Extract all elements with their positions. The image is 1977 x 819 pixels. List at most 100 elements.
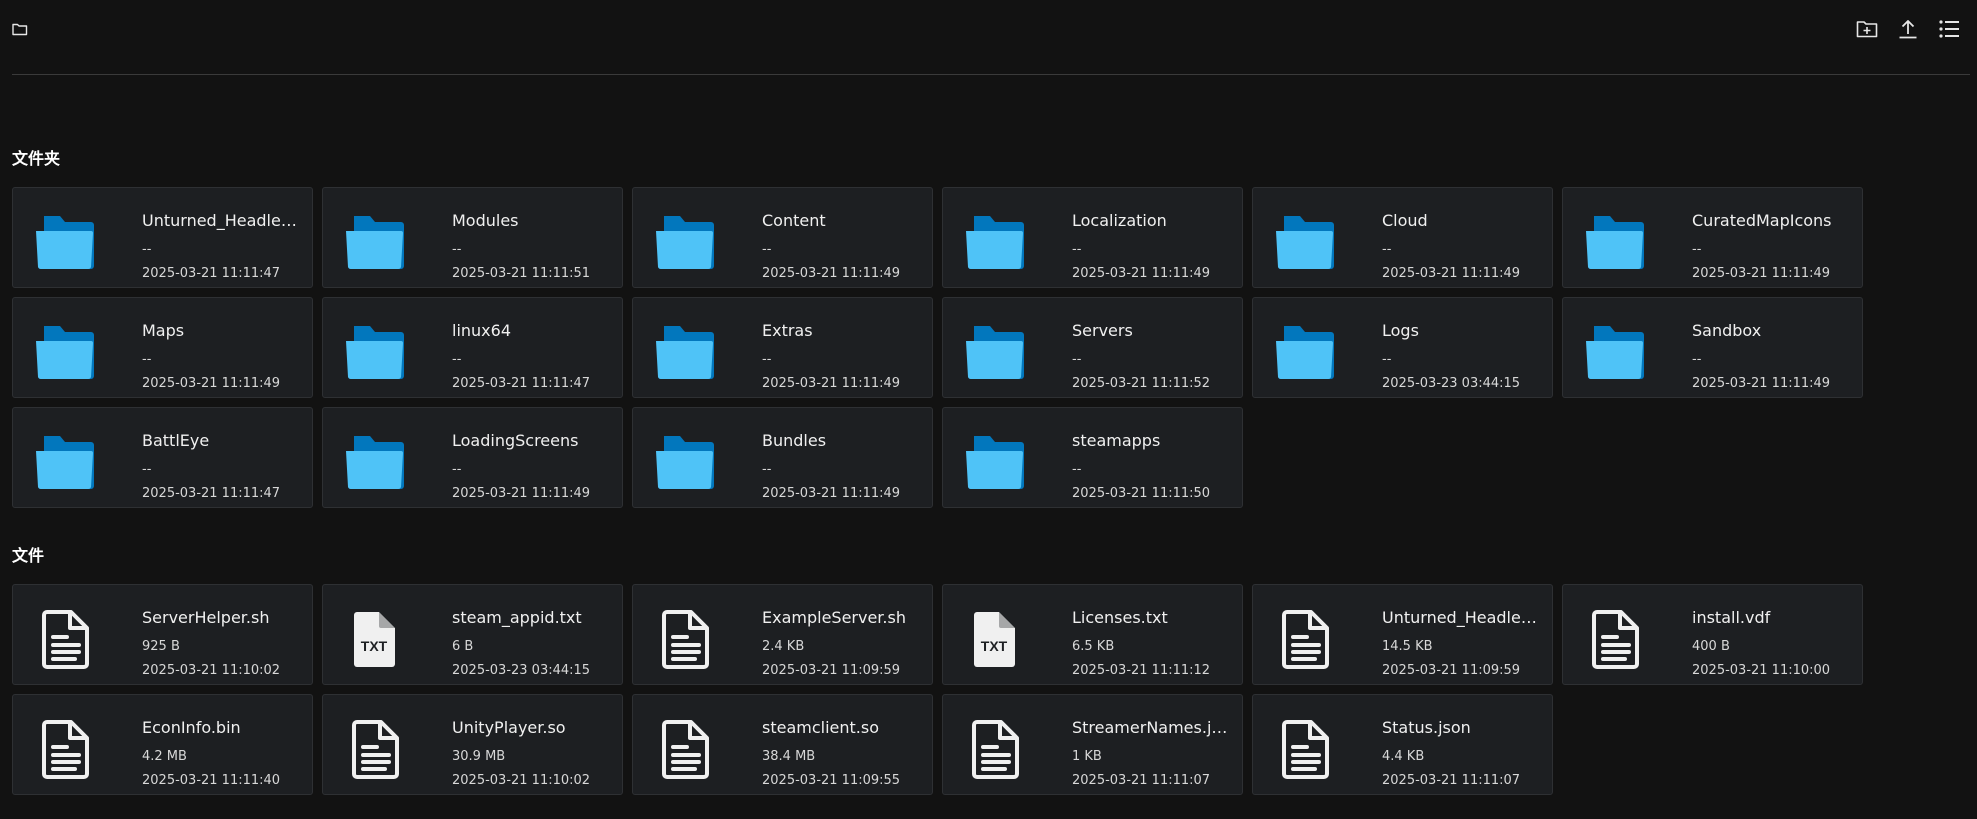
item-modified-date: 2025-03-21 11:11:47: [452, 376, 591, 391]
folder-card[interactable]: linux64 -- 2025-03-21 11:11:47: [322, 297, 623, 398]
item-size: 30.9 MB: [452, 749, 506, 764]
folder-icon: [343, 322, 407, 382]
item-size: --: [142, 352, 152, 367]
item-name: install.vdf: [1692, 608, 1771, 627]
item-name: LoadingScreens: [452, 431, 579, 450]
file-card[interactable]: TXT steam_appid.txt 6 B 2025-03-23 03:44:15: [322, 584, 623, 685]
document-icon: [33, 609, 97, 669]
item-size: --: [762, 242, 772, 257]
top-toolbar: [0, 0, 1977, 58]
file-card[interactable]: Status.json 4.4 KB 2025-03-21 11:11:07: [1252, 694, 1553, 795]
item-name: Unturned_Headless_Data: [142, 211, 298, 230]
folder-card[interactable]: Unturned_Headless_Data -- 2025-03-21 11:11…: [12, 187, 313, 288]
folder-card[interactable]: LoadingScreens -- 2025-03-21 11:11:49: [322, 407, 623, 508]
folder-icon: [343, 432, 407, 492]
item-name: Logs: [1382, 321, 1419, 340]
folder-icon: [33, 322, 97, 382]
item-size: --: [1382, 352, 1392, 367]
folder-card[interactable]: Logs -- 2025-03-23 03:44:15: [1252, 297, 1553, 398]
item-size: 4.4 KB: [1382, 749, 1425, 764]
document-icon: [653, 719, 717, 779]
txt-file-icon: TXT: [343, 609, 407, 669]
item-size: --: [762, 462, 772, 477]
item-name: Unturned_Headless.x86_64: [1382, 608, 1538, 627]
item-size: 6.5 KB: [1072, 639, 1115, 654]
document-icon: [33, 719, 97, 779]
file-card[interactable]: ServerHelper.sh 925 B 2025-03-21 11:10:02: [12, 584, 313, 685]
item-name: ServerHelper.sh: [142, 608, 270, 627]
item-size: --: [142, 462, 152, 477]
file-card[interactable]: install.vdf 400 B 2025-03-21 11:10:00: [1562, 584, 1863, 685]
item-modified-date: 2025-03-21 11:11:49: [1692, 376, 1831, 391]
upload-icon[interactable]: [1896, 17, 1920, 41]
item-name: Sandbox: [1692, 321, 1762, 340]
folder-icon: [1583, 212, 1647, 272]
file-card[interactable]: Unturned_Headless.x86_64 14.5 KB 2025-03-2…: [1252, 584, 1553, 685]
item-modified-date: 2025-03-23 03:44:15: [1382, 376, 1521, 391]
folder-outline-icon[interactable]: [12, 21, 28, 36]
file-card[interactable]: steamclient.so 38.4 MB 2025-03-21 11:09:55: [632, 694, 933, 795]
item-modified-date: 2025-03-21 11:11:49: [1692, 266, 1831, 281]
folder-plus-icon[interactable]: [1855, 17, 1879, 41]
folder-icon: [1273, 322, 1337, 382]
item-modified-date: 2025-03-21 11:09:59: [1382, 663, 1521, 678]
item-name: EconInfo.bin: [142, 718, 241, 737]
item-name: CuratedMapIcons: [1692, 211, 1832, 230]
file-card[interactable]: ExampleServer.sh 2.4 KB 2025-03-21 11:09:5…: [632, 584, 933, 685]
item-size: 4.2 MB: [142, 749, 187, 764]
item-size: --: [1382, 242, 1392, 257]
folder-card[interactable]: Localization -- 2025-03-21 11:11:49: [942, 187, 1243, 288]
folder-icon: [1273, 212, 1337, 272]
txt-file-icon: TXT: [963, 609, 1027, 669]
item-modified-date: 2025-03-21 11:10:02: [452, 773, 591, 788]
item-modified-date: 2025-03-21 11:09:59: [762, 663, 901, 678]
item-size: --: [452, 462, 462, 477]
item-modified-date: 2025-03-21 11:11:50: [1072, 486, 1211, 501]
item-modified-date: 2025-03-21 11:11:49: [1072, 266, 1211, 281]
folder-card[interactable]: Extras -- 2025-03-21 11:11:49: [632, 297, 933, 398]
document-icon: [343, 719, 407, 779]
file-card[interactable]: UnityPlayer.so 30.9 MB 2025-03-21 11:10:02: [322, 694, 623, 795]
item-size: --: [452, 242, 462, 257]
folder-card[interactable]: Maps -- 2025-03-21 11:11:49: [12, 297, 313, 398]
item-size: 925 B: [142, 639, 180, 654]
folder-card[interactable]: Servers -- 2025-03-21 11:11:52: [942, 297, 1243, 398]
item-size: --: [1072, 352, 1082, 367]
item-modified-date: 2025-03-23 03:44:15: [452, 663, 591, 678]
item-modified-date: 2025-03-21 11:11:12: [1072, 663, 1211, 678]
document-icon: [1273, 609, 1337, 669]
item-name: Content: [762, 211, 826, 230]
item-size: 2.4 KB: [762, 639, 805, 654]
folder-card[interactable]: Sandbox -- 2025-03-21 11:11:49: [1562, 297, 1863, 398]
item-modified-date: 2025-03-21 11:11:47: [142, 486, 281, 501]
item-name: ExampleServer.sh: [762, 608, 906, 627]
item-modified-date: 2025-03-21 11:11:52: [1072, 376, 1211, 391]
list-view-icon[interactable]: [1937, 17, 1961, 41]
folder-card[interactable]: BattlEye -- 2025-03-21 11:11:47: [12, 407, 313, 508]
folder-card[interactable]: Content -- 2025-03-21 11:11:49: [632, 187, 933, 288]
folder-card[interactable]: Modules -- 2025-03-21 11:11:51: [322, 187, 623, 288]
item-name: Servers: [1072, 321, 1133, 340]
item-name: steamapps: [1072, 431, 1161, 450]
item-modified-date: 2025-03-21 11:10:00: [1692, 663, 1831, 678]
file-card[interactable]: EconInfo.bin 4.2 MB 2025-03-21 11:11:40: [12, 694, 313, 795]
files-section-title: 文件: [12, 546, 45, 565]
file-card[interactable]: StreamerNames.json 1 KB 2025-03-21 11:11:0…: [942, 694, 1243, 795]
item-size: 14.5 KB: [1382, 639, 1433, 654]
folder-card[interactable]: CuratedMapIcons -- 2025-03-21 11:11:49: [1562, 187, 1863, 288]
item-name: UnityPlayer.so: [452, 718, 566, 737]
file-grid: ServerHelper.sh 925 B 2025-03-21 11:10:02 T…: [12, 584, 1863, 795]
file-card[interactable]: TXT Licenses.txt 6.5 KB 2025-03-21 11:11:12: [942, 584, 1243, 685]
document-icon: [1583, 609, 1647, 669]
item-modified-date: 2025-03-21 11:11:49: [452, 486, 591, 501]
item-name: linux64: [452, 321, 511, 340]
folder-icon: [963, 432, 1027, 492]
folder-card[interactable]: steamapps -- 2025-03-21 11:11:50: [942, 407, 1243, 508]
folder-card[interactable]: Cloud -- 2025-03-21 11:11:49: [1252, 187, 1553, 288]
folder-card[interactable]: Bundles -- 2025-03-21 11:11:49: [632, 407, 933, 508]
item-modified-date: 2025-03-21 11:10:02: [142, 663, 281, 678]
item-name: Bundles: [762, 431, 827, 450]
document-icon: [653, 609, 717, 669]
item-size: 1 KB: [1072, 749, 1102, 764]
item-name: BattlEye: [142, 431, 210, 450]
